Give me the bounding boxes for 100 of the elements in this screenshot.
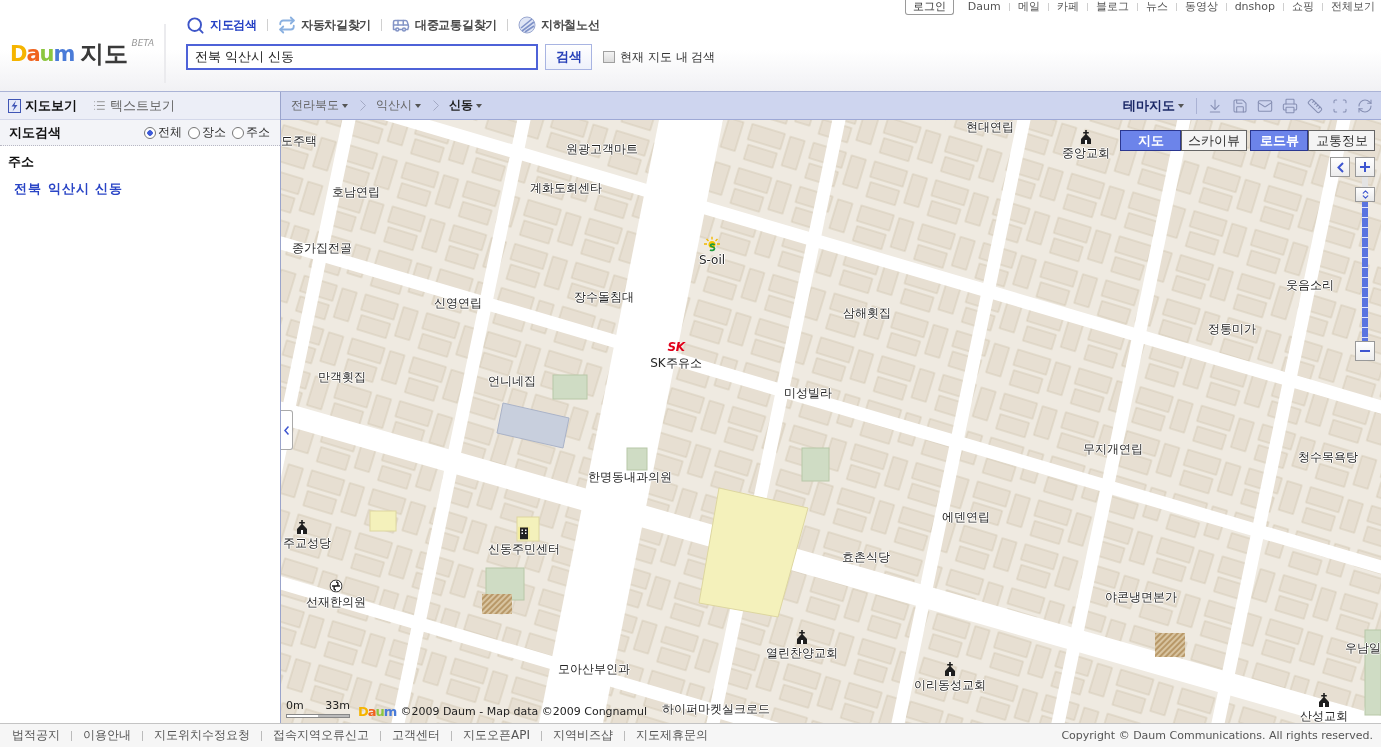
copyright-text: Copyright © Daum Communications. All rights reserved. bbox=[1061, 729, 1373, 742]
top-nav-link[interactable]: 쇼핑 bbox=[1292, 0, 1314, 14]
view-tab[interactable]: 텍스트보기 bbox=[93, 96, 175, 115]
panel-title: 지도검색 bbox=[9, 123, 61, 142]
view-mode-button[interactable]: 스카이뷰 bbox=[1181, 130, 1247, 151]
radio-button[interactable] bbox=[144, 126, 156, 139]
checkbox[interactable] bbox=[603, 51, 615, 63]
place-label: 우남일 bbox=[1345, 641, 1381, 655]
search-field[interactable]: 전북 익산시 신동 bbox=[186, 44, 538, 70]
scale-bar bbox=[286, 714, 350, 718]
place-label: 만객횟집 bbox=[318, 370, 366, 384]
slider-thumb[interactable] bbox=[1355, 187, 1375, 203]
chevron-right-icon bbox=[360, 100, 366, 111]
caret-down-icon bbox=[415, 103, 421, 108]
footer-link[interactable]: 접속지역오류신고 bbox=[273, 727, 369, 744]
place-label: 선재한의원 bbox=[306, 595, 366, 609]
breadcrumb-item[interactable]: 익산시 bbox=[376, 97, 421, 114]
footer-link[interactable]: 지도위치수정요청 bbox=[154, 727, 250, 744]
section-title: 주소 bbox=[8, 154, 34, 170]
login-button[interactable]: 로그인 bbox=[904, 0, 954, 15]
radio-button[interactable] bbox=[188, 126, 200, 139]
place-label: 신동주민센터 bbox=[488, 542, 560, 556]
panel-toggle-button[interactable] bbox=[1330, 157, 1350, 177]
footer-link[interactable]: 이용안내 bbox=[83, 727, 131, 744]
caret-down-icon bbox=[1178, 103, 1184, 108]
collapse-handle[interactable] bbox=[281, 410, 293, 450]
church-icon bbox=[1080, 130, 1092, 144]
place-label: 장수돌침대 bbox=[574, 290, 634, 304]
place-label: 계화도회센타 bbox=[530, 181, 602, 195]
breadcrumb-item[interactable]: 전라북도 bbox=[291, 97, 348, 114]
footer-link[interactable]: 고객센터 bbox=[392, 727, 440, 744]
place-label: 삼해횟집 bbox=[843, 306, 891, 320]
place-label: 언니네집 bbox=[488, 374, 536, 388]
download-icon[interactable] bbox=[1207, 97, 1223, 114]
top-nav-link[interactable]: dnshop bbox=[1234, 0, 1275, 14]
zoom-in-button[interactable] bbox=[1355, 157, 1375, 177]
place-label: 현대연립 bbox=[966, 120, 1014, 134]
search-button[interactable]: 검색 bbox=[545, 44, 592, 70]
place-label: 미성빌라 bbox=[784, 386, 832, 400]
mail-icon[interactable] bbox=[1257, 97, 1273, 114]
footer-link[interactable]: 지도오픈API bbox=[463, 727, 530, 744]
nav-tab[interactable]: 지도검색 bbox=[186, 15, 257, 35]
chevron-left-icon bbox=[284, 425, 289, 435]
place-label: 도주택 bbox=[281, 134, 317, 148]
place-label: 무지개연립 bbox=[1083, 442, 1143, 456]
footer-link[interactable]: 지역비즈샵 bbox=[553, 727, 613, 744]
caret-down-icon bbox=[342, 103, 348, 108]
chevron-right-icon bbox=[433, 100, 439, 111]
top-nav-link[interactable]: Daum bbox=[967, 0, 1001, 14]
top-nav-link[interactable]: 전체보기 bbox=[1331, 0, 1375, 14]
daum-logo: Daum bbox=[358, 705, 397, 718]
top-nav-link[interactable]: 메일 bbox=[1017, 0, 1040, 14]
save-icon[interactable] bbox=[1232, 97, 1248, 114]
place-label: SK주유소 bbox=[650, 356, 702, 370]
chevron-left-icon bbox=[1336, 161, 1344, 173]
footer-link[interactable]: 지도제휴문의 bbox=[636, 727, 708, 744]
place-label: S-oil bbox=[698, 253, 726, 267]
top-nav-link[interactable]: 뉴스 bbox=[1145, 0, 1168, 14]
sun-logo-icon bbox=[704, 236, 720, 252]
list-icon bbox=[93, 99, 106, 112]
logo-title: 지도 bbox=[80, 38, 129, 70]
theme-map-button[interactable]: 테마지도 bbox=[1123, 96, 1184, 115]
striped-globe-icon bbox=[517, 16, 536, 34]
park-area bbox=[626, 447, 648, 471]
place-label: 신영연립 bbox=[434, 296, 482, 310]
place-label: 하이퍼마켓실크로드 bbox=[662, 702, 770, 716]
top-nav-link[interactable]: 카페 bbox=[1056, 0, 1079, 14]
result-link[interactable]: 전북 익산시 신동 bbox=[14, 181, 124, 197]
place-label: 청수목욕탕 bbox=[1298, 450, 1358, 464]
zoom-out-button[interactable] bbox=[1355, 341, 1375, 361]
checkbox-label: 현재 지도 내 검색 bbox=[620, 48, 716, 66]
circle-emblem-icon bbox=[329, 579, 343, 593]
repeat-arrows-icon bbox=[277, 16, 296, 34]
overlay-button[interactable]: 교통정보 bbox=[1308, 130, 1375, 151]
daum-logo[interactable]: Daum bbox=[10, 41, 75, 66]
place-label: 한명동내과의원 bbox=[588, 470, 672, 484]
hatched-area bbox=[1155, 633, 1185, 657]
church-icon bbox=[796, 630, 808, 644]
nav-tab[interactable]: 자동차길찾기 bbox=[277, 16, 371, 34]
print-icon[interactable] bbox=[1282, 97, 1298, 114]
hatched-area bbox=[482, 594, 512, 614]
scale-label: 0m bbox=[286, 700, 304, 712]
place-label: 에덴연립 bbox=[942, 510, 990, 524]
radio-button[interactable] bbox=[232, 126, 244, 139]
breadcrumb-item[interactable]: 신동 bbox=[449, 97, 482, 114]
caret-down-icon bbox=[476, 103, 482, 108]
place-label: 열린찬양교회 bbox=[766, 646, 838, 660]
radio-label: 주소 bbox=[246, 124, 270, 141]
top-nav-link[interactable]: 동영상 bbox=[1184, 0, 1218, 14]
zoom-slider[interactable] bbox=[1355, 177, 1375, 341]
footer-link[interactable]: 법적공지 bbox=[12, 727, 60, 744]
view-tab[interactable]: 지도보기 bbox=[8, 96, 77, 115]
nav-tab[interactable]: 대중교통길찾기 bbox=[392, 16, 497, 34]
place-label: 종가집전골 bbox=[292, 241, 352, 255]
ruler-icon[interactable] bbox=[1307, 97, 1323, 114]
top-nav-link[interactable]: 블로그 bbox=[1095, 0, 1129, 14]
nav-tab[interactable]: 지하철노선 bbox=[517, 16, 600, 34]
park-area bbox=[552, 374, 588, 400]
refresh-icon[interactable] bbox=[1357, 97, 1373, 114]
minus-icon bbox=[1360, 350, 1370, 352]
